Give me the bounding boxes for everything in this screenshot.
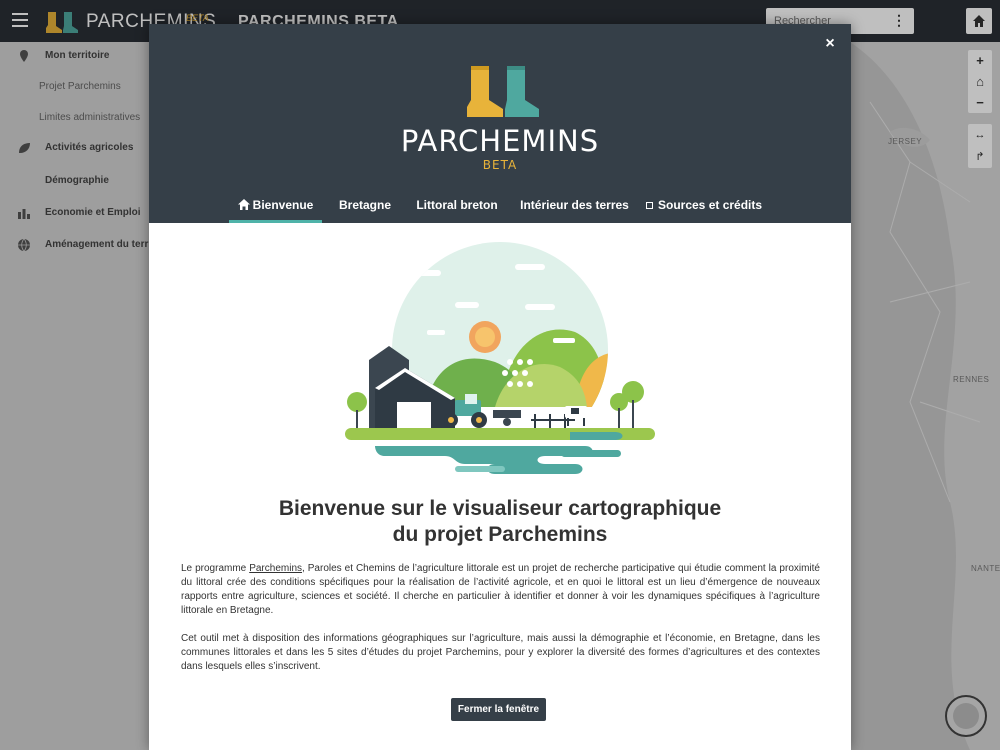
farm-illustration bbox=[345, 242, 655, 474]
tab-label: Littoral breton bbox=[416, 198, 498, 212]
modal-brand: PARCHEMINS bbox=[400, 124, 600, 158]
welcome-heading-line2: du projet Parchemins bbox=[392, 523, 608, 546]
tab-bretagne[interactable]: Bretagne bbox=[335, 194, 395, 223]
tab-sources-credits[interactable]: Sources et crédits bbox=[646, 194, 763, 223]
tab-label: Bienvenue bbox=[252, 198, 314, 212]
welcome-heading: Bienvenue sur le visualiseur cartographi… bbox=[149, 496, 851, 548]
modal-header: × PARCHEMINS BETA Bienvenue Bretagne Lit… bbox=[149, 24, 851, 223]
modal-tabs: Bienvenue Bretagne Littoral breton Intér… bbox=[149, 194, 851, 223]
tab-littoral-breton[interactable]: Littoral breton bbox=[411, 194, 503, 223]
modal-brand-beta: BETA bbox=[482, 158, 518, 172]
tab-bienvenue[interactable]: Bienvenue bbox=[229, 194, 322, 223]
square-icon bbox=[646, 202, 653, 209]
tab-interieur-des-terres[interactable]: Intérieur des terres bbox=[518, 194, 631, 223]
close-icon[interactable]: × bbox=[821, 35, 839, 53]
tab-label: Bretagne bbox=[338, 198, 391, 212]
welcome-heading-line1: Bienvenue sur le visualiseur cartographi… bbox=[278, 497, 722, 520]
close-window-button[interactable]: Fermer la fenêtre bbox=[451, 698, 546, 721]
tab-label: Intérieur des terres bbox=[520, 198, 629, 212]
parchemins-link[interactable]: Parchemins bbox=[249, 563, 302, 574]
tab-label: Sources et crédits bbox=[658, 198, 763, 212]
tool-paragraph: Cet outil met à disposition des informat… bbox=[181, 633, 820, 672]
intro-paragraph: Le programme Parchemins, Paroles et Chem… bbox=[181, 562, 820, 618]
welcome-modal: × PARCHEMINS BETA Bienvenue Bretagne Lit… bbox=[149, 24, 851, 750]
home-icon bbox=[237, 199, 250, 210]
intro-text-before: Le programme bbox=[181, 563, 250, 574]
boots-logo-icon bbox=[467, 66, 539, 117]
